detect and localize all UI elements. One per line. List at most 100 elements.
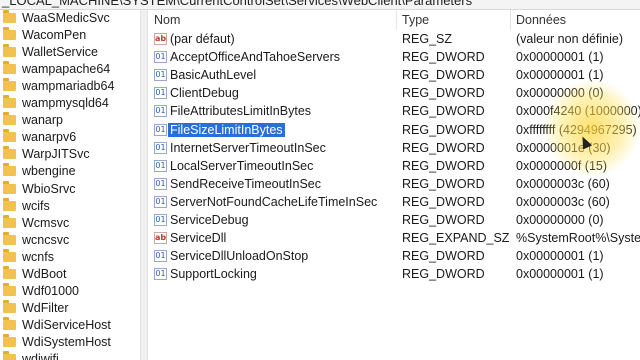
folder-icon (3, 10, 16, 23)
value-type: REG_DWORD (402, 267, 485, 282)
registry-path: _LOCAL_MACHINE\SYSTEM\CurrentControlSet\… (2, 0, 473, 8)
folder-icon (3, 44, 16, 58)
binary-value-icon: 01 (154, 214, 167, 226)
column-header-data[interactable]: Données (516, 10, 566, 30)
registry-value-row[interactable]: 01 BasicAuthLevel REG_DWORD 0x00000001 (1) (148, 66, 640, 84)
tree-item-label: Wdf01000 (22, 283, 79, 298)
tree-item-label: WdBoot (22, 266, 67, 281)
value-type: REG_DWORD (402, 194, 485, 209)
tree-item-label: WalletService (22, 45, 98, 60)
pane-splitter[interactable] (140, 10, 148, 360)
folder-icon (3, 248, 16, 262)
tree-item[interactable]: wampmysqld64 (0, 94, 138, 112)
folder-icon (3, 265, 16, 279)
tree-item-label: WacomPen (22, 28, 87, 43)
folder-icon (3, 351, 16, 360)
tree-item[interactable]: wanarp (0, 111, 138, 129)
address-bar[interactable]: _LOCAL_MACHINE\SYSTEM\CurrentControlSet\… (0, 0, 640, 10)
tree-item-label: wampmysqld64 (22, 96, 109, 111)
tree-item-label: wdiwifi (22, 352, 59, 360)
value-name-text: ServerNotFoundCacheLifeTimeInSec (170, 194, 378, 209)
value-type: REG_DWORD (402, 158, 485, 173)
value-name-text: SendReceiveTimeoutInSec (170, 176, 322, 191)
tree-item[interactable]: WbioSrvc (0, 180, 138, 198)
tree-item[interactable]: wcifs (0, 197, 138, 215)
tree-item-label: wampmariadb64 (22, 79, 115, 94)
registry-values-list[interactable]: Nom Type Données ab (par défaut) REG_SZ (va… (148, 10, 640, 360)
folder-icon (3, 163, 16, 177)
value-name: AcceptOfficeAndTahoeServers (170, 48, 340, 66)
value-type: REG_DWORD (402, 86, 485, 101)
tree-item[interactable]: wcncsvc (0, 231, 138, 249)
tree-item[interactable]: wampapache64 (0, 60, 138, 78)
tree-item[interactable]: Wdf01000 (0, 282, 138, 300)
column-header-name[interactable]: Nom (154, 10, 180, 30)
tree-item[interactable]: wcnfs (0, 248, 138, 266)
registry-value-row[interactable]: ab ServiceDll REG_EXPAND_SZ %SystemRoot%\Sy… (148, 229, 640, 247)
tree-item[interactable]: WdBoot (0, 265, 138, 283)
tree-item[interactable]: WdFilter (0, 299, 138, 317)
folder-icon (3, 112, 16, 126)
tree-item-label: WdiServiceHost (22, 317, 111, 332)
registry-value-row[interactable]: 01 SupportLocking REG_DWORD 0x00000001 (1) (148, 265, 640, 283)
value-type: REG_DWORD (402, 68, 485, 83)
tree-item-label: WarpJITSvc (22, 147, 90, 162)
binary-value-icon: 01 (154, 87, 167, 100)
tree-item[interactable]: wdiwifi (0, 350, 138, 360)
tree-item[interactable]: WalletService (0, 43, 138, 61)
tree-item[interactable]: WaaSMedicSvc (0, 10, 138, 27)
binary-value-icon: 01 (154, 268, 167, 281)
tree-item-label: wbengine (22, 164, 76, 179)
value-type: REG_EXPAND_SZ (402, 231, 510, 246)
value-name: SendReceiveTimeoutInSec (170, 175, 321, 193)
registry-value-row[interactable]: 01 AcceptOfficeAndTahoeServers REG_DWORD 0x… (148, 48, 640, 66)
value-data: 0x00000001 (1) (516, 267, 604, 282)
tree-item[interactable]: wbengine (0, 162, 138, 180)
tree-item[interactable]: wanarpv6 (0, 128, 138, 146)
tree-item[interactable]: WdiSystemHost (0, 333, 138, 351)
folder-icon (3, 197, 16, 211)
registry-value-row[interactable]: 01 ServiceDllUnloadOnStop REG_DWORD 0x00000… (148, 247, 640, 265)
registry-value-row[interactable]: ab (par défaut) REG_SZ (valeur non définie) (148, 30, 640, 48)
tree-item-label: wampapache64 (22, 62, 111, 77)
registry-value-row[interactable]: 01 SendReceiveTimeoutInSec REG_DWORD 0x0000… (148, 175, 640, 193)
value-name: InternetServerTimeoutInSec (170, 139, 326, 157)
registry-key-tree[interactable]: WaaSMedicSvc WacomPen WalletService wampapa… (0, 10, 138, 360)
tree-item-label: Wcmsvc (22, 215, 70, 230)
folder-icon (3, 78, 16, 92)
tree-item[interactable]: WdiServiceHost (0, 316, 138, 334)
value-name-text: AcceptOfficeAndTahoeServers (170, 50, 341, 65)
folder-icon (3, 95, 16, 109)
value-name-text: (par défaut) (170, 32, 235, 46)
folder-icon (3, 299, 16, 313)
column-divider[interactable] (396, 10, 397, 30)
column-divider[interactable] (510, 10, 511, 30)
binary-value-icon: 01 (154, 123, 167, 136)
string-value-icon: ab (154, 33, 167, 45)
value-name: FileSizeLimitInBytes (168, 121, 285, 139)
tree-item[interactable]: WacomPen (0, 26, 138, 44)
registry-value-row[interactable]: 01 ServiceDebug REG_DWORD 0x00000000 (0) (148, 211, 640, 229)
tree-item[interactable]: wampmariadb64 (0, 77, 138, 95)
value-name: ServiceDllUnloadOnStop (170, 247, 308, 265)
column-header-type[interactable]: Type (402, 10, 429, 30)
value-name: (par défaut) (170, 30, 235, 48)
tree-item[interactable]: WarpJITSvc (0, 145, 138, 163)
cursor-highlight (544, 80, 640, 176)
value-name-text: InternetServerTimeoutInSec (170, 140, 326, 155)
string-value-icon: ab (154, 232, 167, 245)
binary-value-icon: 01 (154, 159, 167, 172)
value-name-text: ClientDebug (170, 86, 239, 101)
registry-value-row[interactable]: 01 ServerNotFoundCacheLifeTimeInSec REG_DW… (148, 193, 640, 211)
folder-icon (3, 231, 16, 245)
folder-icon (3, 282, 16, 296)
value-type: REG_DWORD (402, 50, 485, 65)
tree-item-label: wcncsvc (22, 232, 70, 247)
value-name: LocalServerTimeoutInSec (170, 157, 313, 175)
value-name-text: FileAttributesLimitInBytes (170, 104, 312, 119)
value-type: REG_DWORD (402, 249, 485, 264)
value-name-text: ServiceDebug (170, 213, 249, 227)
value-name-text: LocalServerTimeoutInSec (170, 158, 314, 173)
tree-item[interactable]: Wcmsvc (0, 214, 138, 232)
value-name: ServiceDebug (170, 211, 249, 229)
